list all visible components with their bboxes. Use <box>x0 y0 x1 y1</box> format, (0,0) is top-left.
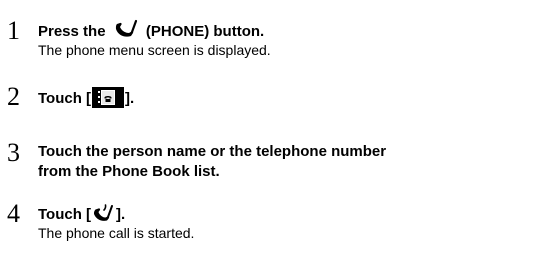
step-4-title: Touch [ ]. <box>38 203 125 226</box>
step-2-title-end: ]. <box>125 90 135 107</box>
step-1-title-start: Press the <box>38 23 106 40</box>
step-3-title-line-1: Touch the person name or the telephone n… <box>38 143 387 160</box>
step-1-title: Press the (PHONE) button. <box>38 19 264 43</box>
handset-icon <box>115 19 137 37</box>
step-3-title-line-2: from the Phone Book list. <box>38 163 220 180</box>
step-1-description: The phone menu screen is displayed. <box>38 42 271 58</box>
step-1-number: 1 <box>7 16 20 45</box>
step-4-description: The phone call is started. <box>38 225 195 241</box>
step-1-title-end: (PHONE) button. <box>145 23 265 40</box>
call-icon <box>94 204 114 221</box>
step-4-number: 4 <box>7 199 20 228</box>
step-3-number: 3 <box>7 138 20 167</box>
step-2-title: Touch [ ]. <box>38 87 134 110</box>
step-4-title-start: Touch [ <box>38 206 92 223</box>
step-2-number: 2 <box>7 82 20 111</box>
step-2-title-start: Touch [ <box>38 90 92 107</box>
phone-book-icon <box>92 87 125 108</box>
step-4-title-end: ]. <box>116 206 126 223</box>
